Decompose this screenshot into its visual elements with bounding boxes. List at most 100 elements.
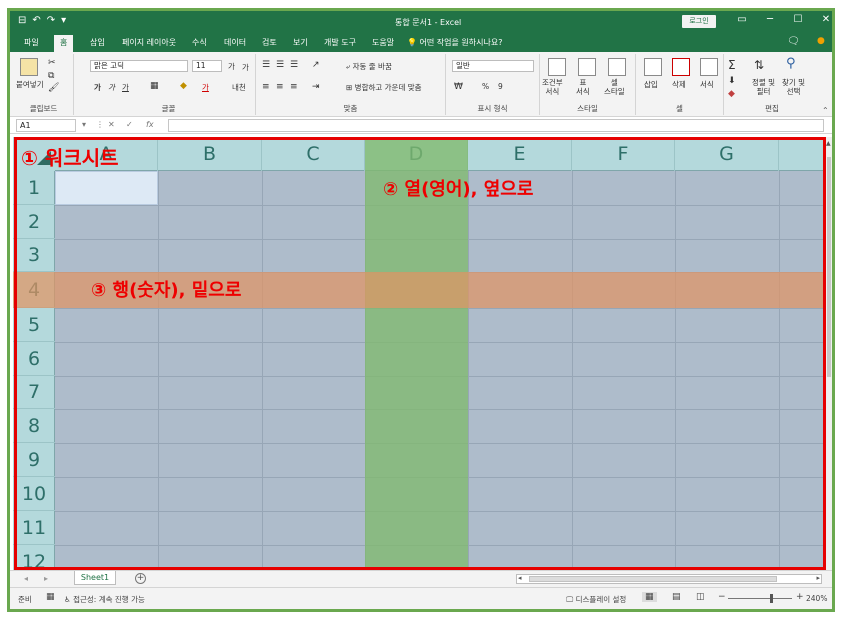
conditional-format-icon[interactable] — [548, 58, 566, 76]
format-cells-icon[interactable] — [700, 58, 718, 76]
insert-function-button[interactable]: fx — [146, 120, 154, 129]
close-icon[interactable]: ✕ — [812, 14, 832, 25]
percent-button[interactable]: % — [482, 82, 489, 91]
normal-view-icon[interactable]: ▦ — [642, 592, 657, 602]
active-cell-a1[interactable] — [55, 171, 158, 205]
save-icon[interactable]: ⊟ — [18, 15, 26, 26]
tab-developer[interactable]: 개발 도구 — [324, 37, 356, 48]
align-middle-icon[interactable]: ☰ — [276, 60, 284, 70]
login-button[interactable]: 로그인 — [682, 15, 716, 28]
insert-cells-icon[interactable] — [644, 58, 662, 76]
add-sheet-icon[interactable]: + — [135, 573, 146, 584]
row-header-1[interactable]: 1 — [13, 171, 55, 205]
accounting-icon[interactable]: ₩ — [454, 82, 463, 92]
ribbon-display-icon[interactable]: ▭ — [728, 14, 756, 25]
format-cells-button[interactable]: 서식 — [700, 79, 714, 90]
enter-icon[interactable]: ✓ — [126, 120, 133, 129]
phonetic-button[interactable]: 내천 — [232, 82, 246, 93]
tab-help[interactable]: 도움말 — [372, 37, 394, 48]
row-header-12[interactable]: 12 — [13, 545, 55, 570]
format-table-icon[interactable] — [578, 58, 596, 76]
cell-styles-button[interactable]: 셀 스타일 — [604, 78, 625, 96]
row-header-10[interactable]: 10 — [13, 477, 55, 511]
cancel-icon[interactable]: ✕ — [108, 120, 115, 129]
find-select-button[interactable]: 찾기 및 선택 — [782, 78, 805, 96]
formula-input[interactable] — [168, 119, 824, 132]
font-size-select[interactable]: 11 — [192, 60, 222, 72]
next-sheet-icon[interactable]: ▸ — [44, 574, 48, 583]
row-header-8[interactable]: 8 — [13, 409, 55, 443]
redo-icon[interactable]: ↷ — [47, 15, 55, 26]
zoom-slider[interactable] — [728, 598, 792, 599]
paste-button[interactable]: 붙여넣기 — [16, 79, 44, 90]
name-box[interactable]: A1 — [16, 119, 76, 132]
insert-cells-button[interactable]: 삽입 — [644, 79, 658, 90]
cell-styles-icon[interactable] — [608, 58, 626, 76]
orientation-icon[interactable]: ↗ — [312, 60, 320, 70]
font-name-select[interactable]: 맑은 고딕 — [90, 60, 188, 72]
align-left-icon[interactable]: ≡ — [262, 82, 270, 92]
delete-cells-icon[interactable] — [672, 58, 690, 76]
bold-button[interactable]: 가 — [94, 82, 101, 93]
indent-icon[interactable]: ⇥ — [312, 82, 320, 92]
comma-button[interactable]: 9 — [498, 82, 503, 91]
border-icon[interactable]: ▦ — [150, 81, 159, 91]
worksheet-grid[interactable]: A B C D E F G 1 2 3 4 5 6 7 8 9 10 — [13, 137, 826, 570]
collapse-ribbon-icon[interactable]: ⌃ — [822, 106, 829, 115]
row-header-5[interactable]: 5 — [13, 308, 55, 342]
find-select-icon[interactable]: ⚲ — [786, 56, 796, 71]
format-painter-icon[interactable]: 🖌 — [48, 83, 59, 93]
tab-page-layout[interactable]: 페이지 레이아웃 — [122, 37, 176, 48]
customize-qat-icon[interactable]: ▾ — [61, 15, 66, 26]
scroll-up-icon[interactable]: ▲ — [826, 140, 831, 147]
shrink-font-button[interactable]: 가 — [242, 62, 249, 73]
maximize-icon[interactable]: ☐ — [784, 14, 812, 25]
row-header-6[interactable]: 6 — [13, 342, 55, 376]
sheet-tab-sheet1[interactable]: Sheet1 — [74, 571, 116, 585]
sort-filter-button[interactable]: 정렬 및 필터 — [752, 78, 775, 96]
fill-color-icon[interactable]: ◆ — [180, 81, 187, 91]
tab-insert[interactable]: 삽입 — [90, 37, 105, 48]
format-table-button[interactable]: 표 서식 — [576, 78, 590, 96]
merge-center-button[interactable]: ⊞ 병합하고 가운데 맞춤 — [346, 82, 422, 93]
tab-review[interactable]: 검토 — [262, 37, 277, 48]
grow-font-button[interactable]: 가 — [228, 61, 235, 72]
minimize-icon[interactable]: ─ — [756, 14, 784, 25]
row-header-3[interactable]: 3 — [13, 239, 55, 272]
undo-icon[interactable]: ↶ — [32, 15, 40, 26]
name-box-dropdown-icon[interactable]: ▾ — [82, 120, 86, 129]
horizontal-scrollbar[interactable]: ◂ ▸ — [516, 574, 822, 584]
column-header-g[interactable]: G — [675, 137, 779, 171]
cut-icon[interactable]: ✂ — [48, 58, 56, 68]
tab-data[interactable]: 데이터 — [224, 37, 246, 48]
copy-icon[interactable]: ⧉ — [48, 71, 54, 81]
delete-cells-button[interactable]: 삭제 — [672, 79, 686, 90]
vertical-scroll-thumb[interactable] — [827, 157, 831, 377]
comments-icon[interactable]: 🗨 — [787, 36, 800, 47]
align-center-icon[interactable]: ≡ — [276, 82, 284, 92]
tab-home[interactable]: 홈 — [54, 35, 74, 52]
zoom-out-icon[interactable]: − — [718, 592, 726, 602]
scroll-left-icon[interactable]: ◂ — [518, 574, 522, 582]
zoom-slider-thumb[interactable] — [770, 594, 773, 603]
font-color-icon[interactable]: 가 — [202, 82, 209, 93]
sort-filter-icon[interactable]: ⇅ — [754, 58, 764, 72]
horizontal-scroll-thumb[interactable] — [529, 576, 777, 582]
column-header-c[interactable]: C — [262, 137, 365, 171]
fill-icon[interactable]: ⬇ — [728, 76, 736, 86]
align-right-icon[interactable]: ≡ — [290, 82, 298, 92]
macro-record-icon[interactable]: ▦ — [46, 592, 55, 602]
vertical-scrollbar[interactable]: ▲ — [826, 137, 832, 570]
italic-button[interactable]: 가 — [108, 82, 115, 93]
row-header-9[interactable]: 9 — [13, 443, 55, 477]
tell-me-search[interactable]: 💡 어떤 작업을 원하시나요? — [407, 37, 502, 48]
display-settings-button[interactable]: 🖵 디스플레이 설정 — [566, 594, 626, 605]
clear-icon[interactable]: ◆ — [728, 89, 735, 99]
autosum-icon[interactable]: Σ — [728, 58, 736, 72]
page-break-view-icon[interactable]: ◫ — [696, 592, 705, 602]
align-top-icon[interactable]: ☰ — [262, 60, 270, 70]
zoom-level[interactable]: 240% — [806, 594, 827, 603]
notification-icon[interactable]: ● — [817, 36, 825, 46]
column-header-f[interactable]: F — [572, 137, 675, 171]
row-header-2[interactable]: 2 — [13, 205, 55, 239]
